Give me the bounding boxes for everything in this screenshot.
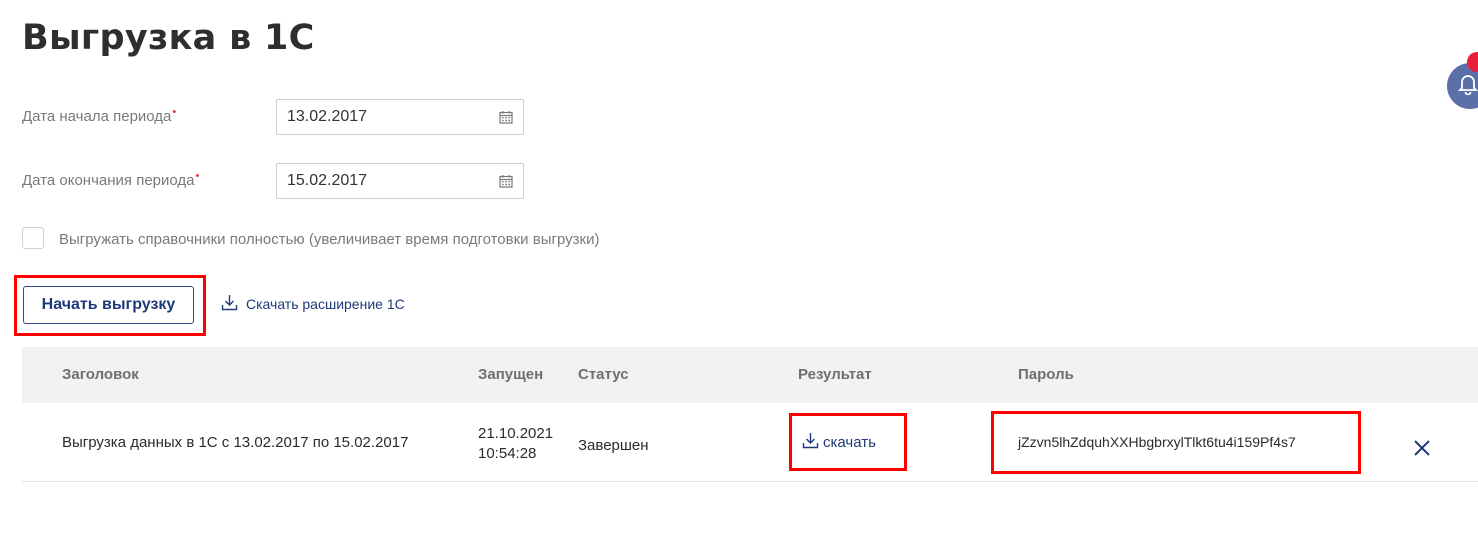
start-export-button[interactable]: Начать выгрузку xyxy=(23,286,194,324)
start-date-label: Дата начала периода• xyxy=(22,106,177,125)
highlight-password xyxy=(991,411,1361,474)
start-date-value: 13.02.2017 xyxy=(287,108,368,125)
end-date-input[interactable]: 15.02.2017 xyxy=(276,163,524,199)
download-icon xyxy=(221,294,246,314)
close-icon[interactable] xyxy=(1413,439,1431,462)
end-date-value: 15.02.2017 xyxy=(287,172,368,189)
bell-icon xyxy=(1457,73,1478,100)
column-header-started: Запущен xyxy=(478,366,544,383)
row-status: Завершен xyxy=(578,437,649,454)
full-refs-label: Выгружать справочники полностью (увеличи… xyxy=(59,231,600,248)
required-mark: • xyxy=(195,170,200,182)
required-mark: • xyxy=(172,106,177,118)
full-refs-checkbox[interactable] xyxy=(22,227,44,249)
calendar-icon[interactable] xyxy=(499,110,513,124)
table-header: Заголовок Запущен Статус Результат Парол… xyxy=(22,347,1478,403)
column-header-password: Пароль xyxy=(1018,366,1074,383)
page-title: Выгрузка в 1С xyxy=(22,18,315,58)
end-date-label: Дата окончания периода• xyxy=(22,170,200,189)
download-extension-link[interactable]: Скачать расширение 1С xyxy=(221,294,405,314)
row-started-time: 10:54:28 xyxy=(478,445,537,462)
column-header-result: Результат xyxy=(798,366,872,383)
column-header-status: Статус xyxy=(578,366,629,383)
start-date-input[interactable]: 13.02.2017 xyxy=(276,99,524,135)
highlight-download-result xyxy=(789,413,907,471)
row-started: 21.10.2021 10:54:28 xyxy=(478,424,553,464)
calendar-icon[interactable] xyxy=(499,174,513,188)
row-started-date: 21.10.2021 xyxy=(478,425,554,442)
row-title: Выгрузка данных в 1С с 13.02.2017 по 15.… xyxy=(62,434,409,451)
column-header-title: Заголовок xyxy=(62,366,139,383)
